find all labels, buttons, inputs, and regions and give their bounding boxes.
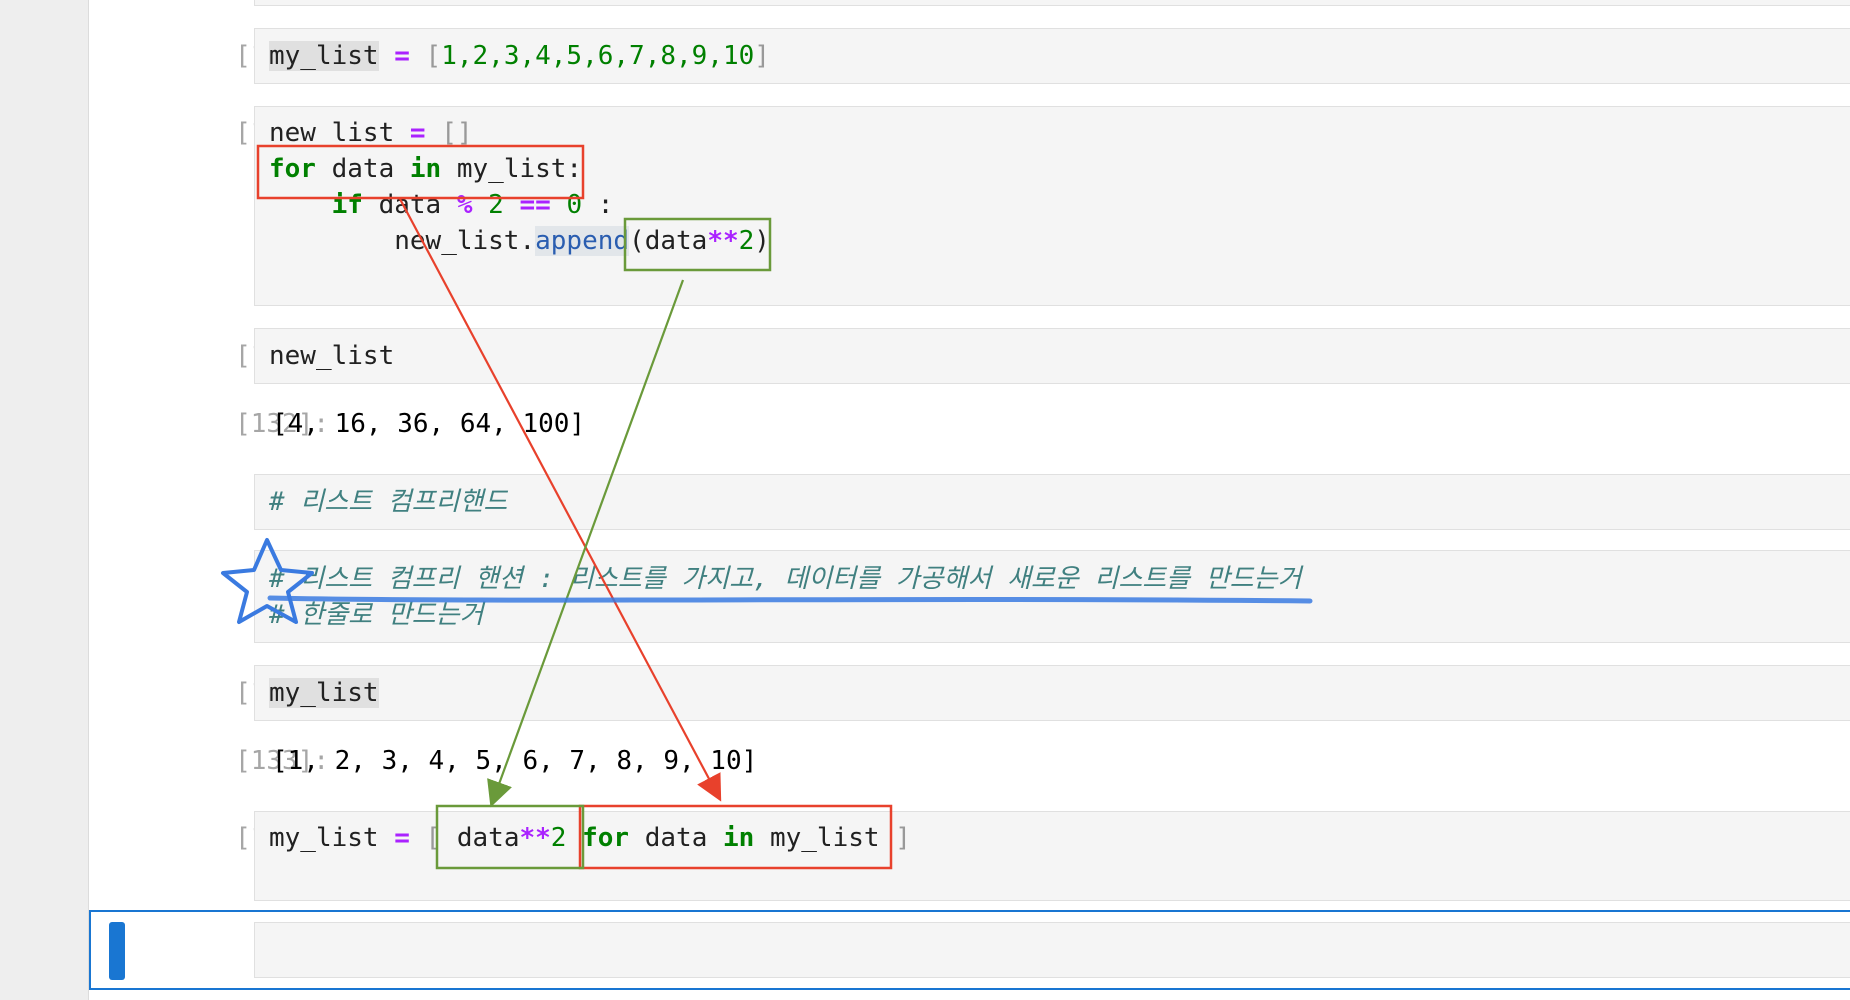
- notebook-panel: [126]: my_list = [1,2,3,4,5,6,7,8,9,10] …: [88, 0, 1850, 1000]
- code-line: my_list = [ data**2 for data in my_list …: [269, 823, 911, 853]
- previous-cell-input[interactable]: [254, 0, 1850, 6]
- active-cell-indicator: [109, 922, 125, 980]
- code-line-1: new_list = []: [269, 118, 473, 148]
- code-line-2: for data in my_list:: [269, 154, 583, 184]
- code-comment-line-1: # 리스트 컴프리 핸션 : 리스트를 가지고, 데이터를 가공해서 새로운 리…: [269, 564, 1302, 594]
- code-line: my_list = [1,2,3,4,5,6,7,8,9,10]: [269, 41, 770, 71]
- code-line: my_list: [269, 678, 379, 708]
- code-line-4: new_list.append(data**2): [394, 226, 770, 256]
- cell-output: [1, 2, 3, 4, 5, 6, 7, 8, 9, 10]: [272, 746, 758, 776]
- cell-output: [4, 16, 36, 64, 100]: [272, 409, 586, 439]
- cell-input[interactable]: [254, 665, 1850, 721]
- code-line: new_list: [269, 341, 395, 371]
- empty-cell-input[interactable]: [254, 922, 1850, 978]
- code-comment: # 리스트 컴프리핸드: [269, 487, 508, 517]
- code-comment-line-2: # 한줄로 만드는거: [269, 600, 484, 630]
- cell-input[interactable]: [254, 328, 1850, 384]
- code-line-3: if data % 2 == 0 :: [331, 190, 614, 220]
